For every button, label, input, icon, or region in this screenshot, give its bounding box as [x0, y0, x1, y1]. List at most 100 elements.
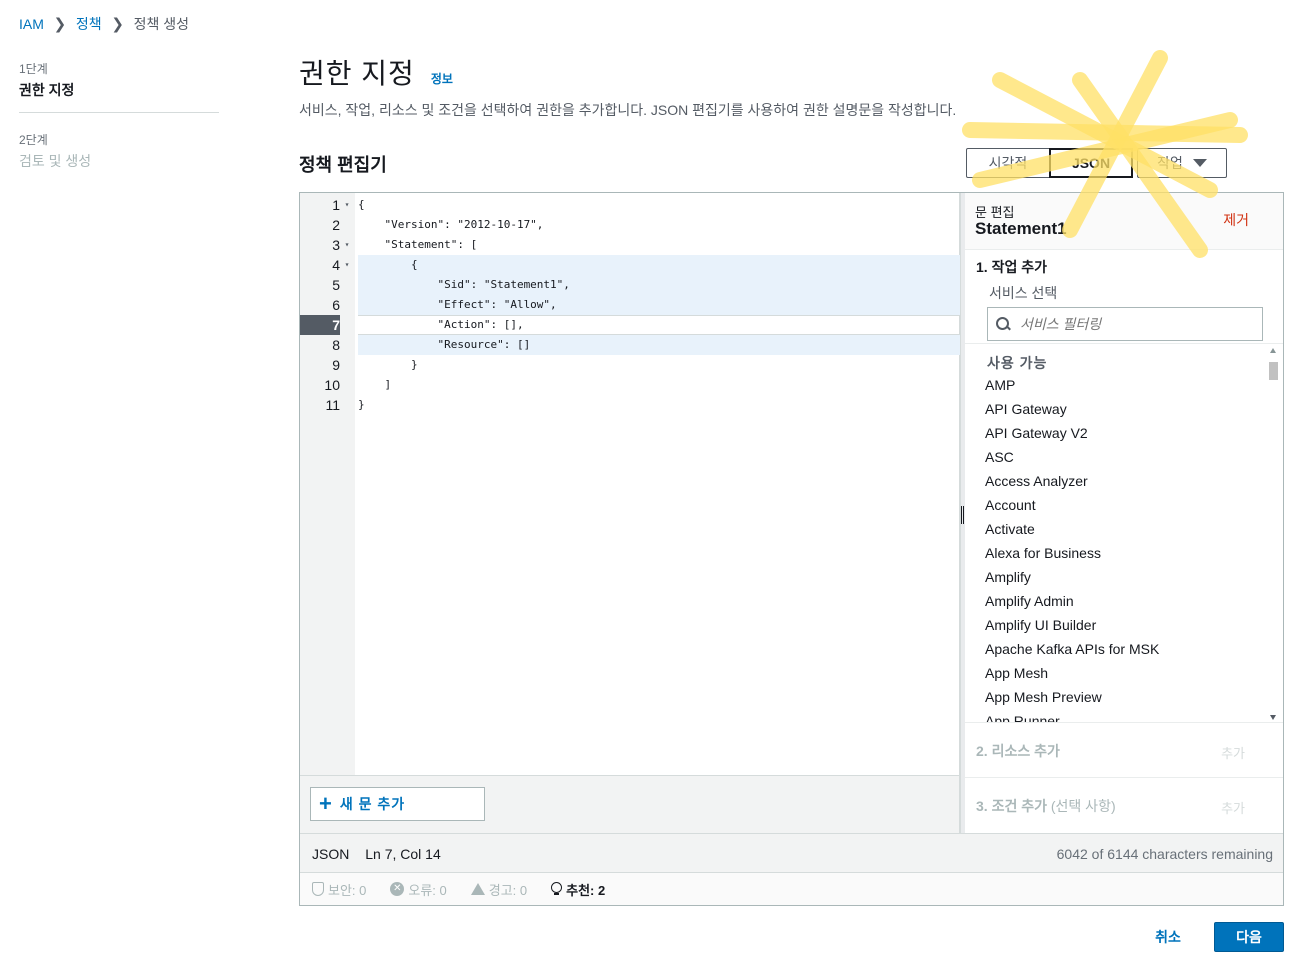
json-code-editor[interactable]: 1 ▾{2 "Version": "2012-10-17", 3 ▾ "Stateme…: [300, 193, 960, 775]
code-line[interactable]: 11}: [300, 395, 960, 415]
code-text: "Sid": "Statement1",: [358, 278, 570, 291]
breadcrumb-iam[interactable]: IAM: [19, 16, 44, 32]
line-number: 10: [324, 377, 340, 393]
available-label: 사용 가능: [987, 355, 1048, 371]
service-filter-input[interactable]: [1020, 316, 1240, 332]
add-new-statement-label: 새 문 추가: [339, 796, 406, 812]
add-conditions-section: 3. 조건 추가 (선택 사항) 추가: [965, 778, 1283, 833]
policy-editor: 1 ▾{2 "Version": "2012-10-17", 3 ▾ "Stateme…: [299, 192, 1284, 906]
code-text: {: [358, 198, 365, 211]
scroll-thumb[interactable]: [1269, 362, 1278, 380]
code-line[interactable]: 6 "Effect": "Allow",: [300, 295, 960, 315]
line-number: 4: [332, 257, 340, 273]
code-line[interactable]: 8 "Resource": []: [300, 335, 960, 355]
code-text: "Version": "2012-10-17",: [358, 218, 544, 231]
service-list-item[interactable]: Alexa for Business: [985, 541, 1283, 565]
service-list-item[interactable]: ASC: [985, 445, 1283, 469]
code-text: }: [358, 358, 418, 371]
service-list-container[interactable]: 사용 가능 AMP API Gateway API Gateway V2 ASC Acc…: [965, 343, 1283, 723]
service-list-item[interactable]: Amplify Admin: [985, 589, 1283, 613]
line-number: 11: [325, 397, 340, 413]
step-1-title: 권한 지정: [19, 82, 75, 98]
lightbulb-icon: [551, 882, 563, 896]
line-number: 1: [332, 197, 340, 213]
chevron-right-icon: ❯: [111, 16, 124, 33]
code-line[interactable]: 9 }: [300, 355, 960, 375]
code-text: "Resource": []: [358, 338, 531, 351]
code-lines: 1 ▾{2 "Version": "2012-10-17", 3 ▾ "Stateme…: [300, 195, 960, 415]
error-count[interactable]: ✕ 오류: 0: [390, 880, 447, 899]
service-list-item[interactable]: Apache Kafka APIs for MSK: [985, 637, 1283, 661]
add-conditions-title: 3. 조건 추가 (선택 사항): [976, 796, 1116, 816]
service-list-item[interactable]: AMP: [985, 373, 1283, 397]
add-conditions-button[interactable]: 추가: [1221, 798, 1245, 817]
scroll-up-icon[interactable]: [1270, 348, 1276, 353]
security-count[interactable]: 보안: 0: [312, 880, 366, 899]
warning-count[interactable]: 경고: 0: [470, 880, 527, 899]
actions-dropdown-label: 작업: [1157, 155, 1183, 171]
code-text: "Statement": [: [358, 238, 478, 251]
code-text: "Effect": "Allow",: [358, 298, 557, 311]
service-list-scrollbar[interactable]: [1267, 346, 1279, 722]
step-1-number: 1단계: [19, 62, 48, 76]
breadcrumb-policies[interactable]: 정책: [76, 14, 102, 34]
code-line[interactable]: 10 ]: [300, 375, 960, 395]
code-line[interactable]: 5 "Sid": "Statement1",: [300, 275, 960, 295]
fold-arrow-icon[interactable]: ▾: [340, 235, 354, 255]
code-line[interactable]: 1 ▾ {: [300, 195, 960, 215]
drag-handle-icon[interactable]: [961, 506, 964, 524]
info-link[interactable]: 정보: [431, 70, 453, 87]
breadcrumb-create-policy: 정책 생성: [133, 16, 190, 32]
page-header: 권한 지정 정보: [299, 52, 453, 92]
service-list-item[interactable]: App Mesh: [985, 661, 1283, 685]
code-line[interactable]: 2 "Version": "2012-10-17",: [300, 215, 960, 235]
service-list-item[interactable]: Account: [985, 493, 1283, 517]
code-line[interactable]: 4 ▾ {: [300, 255, 960, 275]
fold-arrow-icon[interactable]: ▾: [340, 195, 354, 215]
cancel-button[interactable]: 취소: [1140, 922, 1196, 952]
chevron-right-icon: ❯: [53, 16, 67, 33]
visual-mode-button[interactable]: 시각적: [966, 148, 1050, 178]
service-list-item[interactable]: App Runner: [985, 709, 1283, 722]
code-line[interactable]: 7 "Action": [],: [300, 315, 960, 335]
line-number: 8: [332, 337, 340, 353]
warning-icon: [470, 883, 485, 895]
editor-mode-toggle: 시각적 JSON 작업: [966, 148, 1227, 178]
next-button[interactable]: 다음: [1214, 922, 1284, 952]
step-2-number: 2단계: [19, 133, 48, 147]
add-new-statement-button[interactable]: + 새 문 추가: [310, 787, 485, 821]
service-list-item[interactable]: Amplify: [985, 565, 1283, 589]
service-list-item[interactable]: Access Analyzer: [985, 469, 1283, 493]
caret-down-icon: [1192, 159, 1207, 167]
add-resources-title: 2. 리소스 추가: [976, 743, 1060, 759]
actions-dropdown-button[interactable]: 작업: [1137, 148, 1227, 178]
status-mode: JSON: [312, 846, 350, 862]
code-line[interactable]: 3 ▾ "Statement": [: [300, 235, 960, 255]
service-list: AMP API Gateway API Gateway V2 ASC Access An…: [985, 373, 1283, 722]
add-conditions-label: 3. 조건 추가: [976, 798, 1047, 814]
service-list-item[interactable]: Amplify UI Builder: [985, 613, 1283, 637]
page-title: 권한 지정: [299, 58, 415, 89]
error-icon: ✕: [390, 882, 405, 896]
fold-arrow-icon[interactable]: ▾: [340, 255, 354, 275]
service-filter-box[interactable]: [987, 307, 1263, 341]
service-list-item[interactable]: Activate: [985, 517, 1283, 541]
suggestion-count[interactable]: 추천: 2: [551, 880, 605, 899]
service-list-item[interactable]: API Gateway V2: [985, 421, 1283, 445]
breadcrumb: IAM ❯ 정책 ❯ 정책 생성: [19, 14, 189, 34]
wizard-steps: 1단계 권한 지정 2단계 검토 및 생성: [19, 60, 219, 183]
scroll-down-icon[interactable]: [1270, 715, 1276, 720]
service-list-item[interactable]: App Mesh Preview: [985, 685, 1283, 709]
remove-statement-link[interactable]: 제거: [1223, 210, 1249, 230]
service-list-item[interactable]: API Gateway: [985, 397, 1283, 421]
json-mode-button[interactable]: JSON: [1049, 148, 1133, 178]
panel-header: 문 편집 Statement1 제거: [965, 193, 1283, 250]
suggestion-label: 추천: 2: [566, 882, 606, 898]
add-resources-button[interactable]: 추가: [1221, 743, 1245, 762]
step-1: 1단계 권한 지정: [19, 60, 219, 113]
select-service-label: 서비스 선택: [989, 285, 1058, 301]
